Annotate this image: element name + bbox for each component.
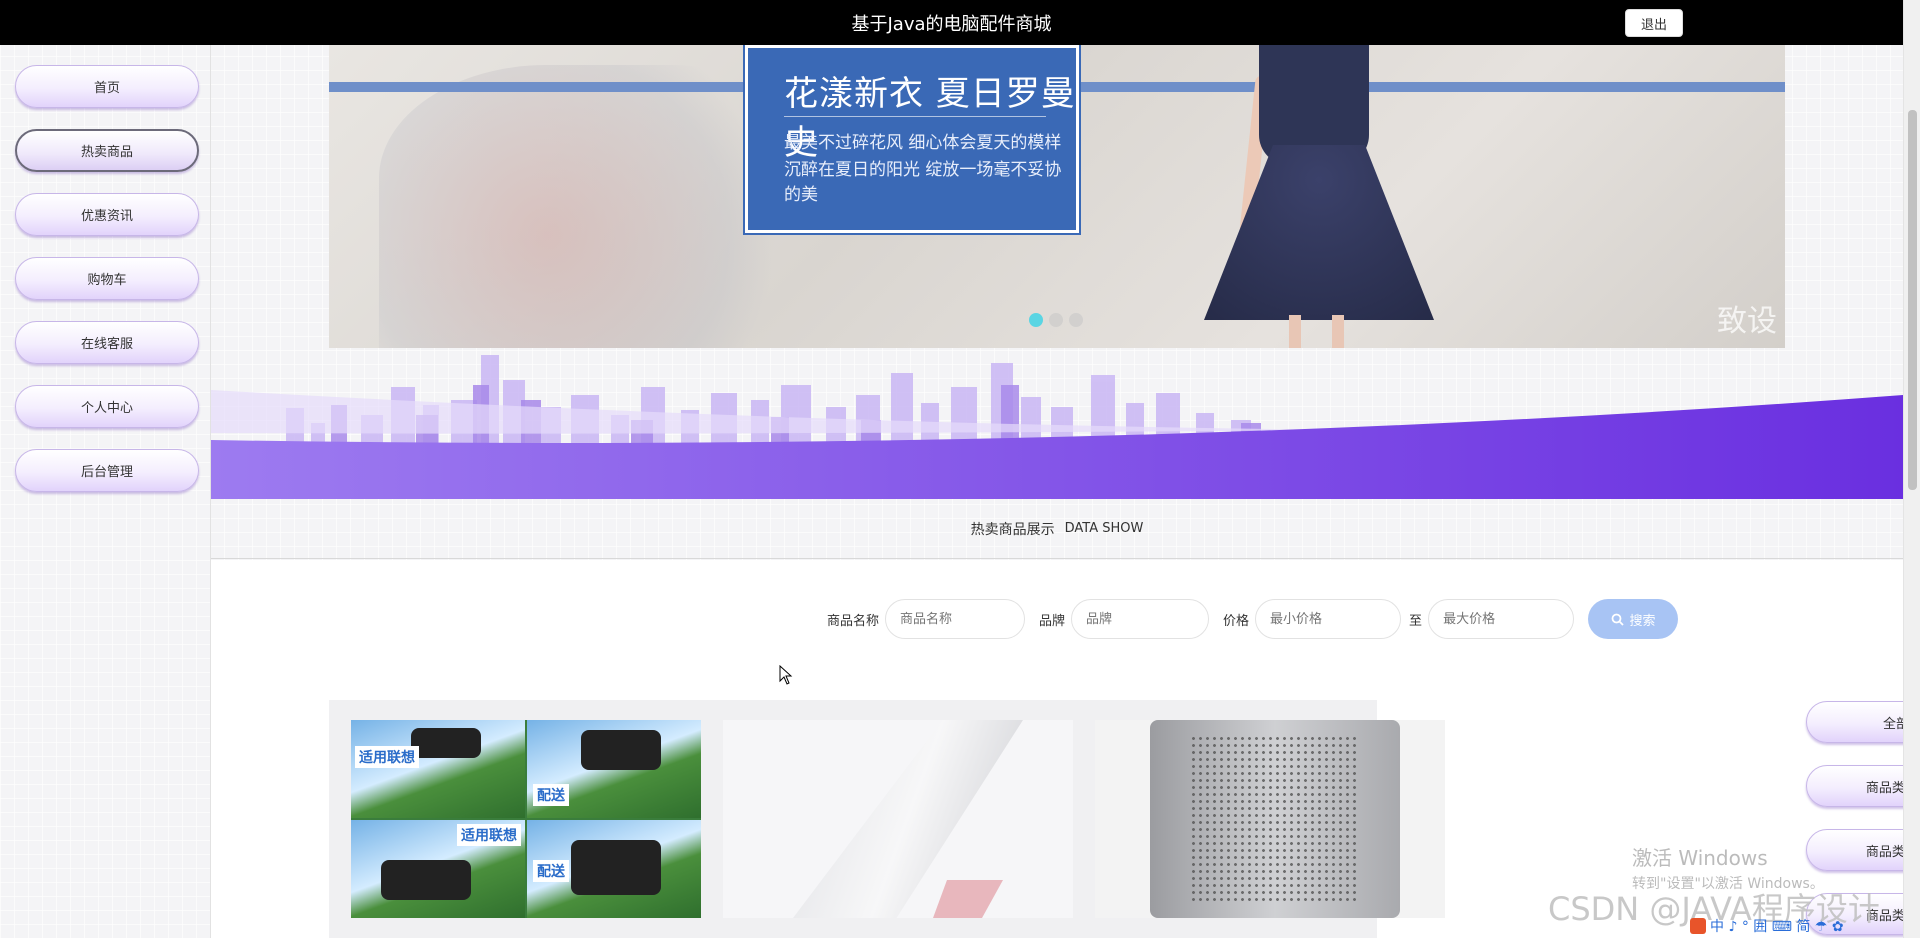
- product-name-input[interactable]: [885, 599, 1026, 639]
- carousel-dot-2[interactable]: [1049, 313, 1063, 327]
- logout-button[interactable]: 退出: [1625, 9, 1683, 37]
- banner-text-card: 花漾新衣 夏日罗曼史 最美不过碎花风 细心体会夏天的模样 沉醉在夏日的阳光 绽放…: [743, 45, 1081, 235]
- adapter-tag-2: 适用联想: [457, 824, 521, 846]
- search-icon: [1611, 613, 1624, 626]
- adapter-tag-3: 配送: [533, 784, 569, 806]
- banner-fabric-image: [379, 65, 799, 348]
- scrollbar-thumb[interactable]: [1908, 110, 1917, 490]
- section-title-en: DATA SHOW: [1064, 521, 1144, 536]
- windows-activation-line-1: 激活 Windows: [1632, 846, 1768, 870]
- nav-home[interactable]: 首页: [15, 65, 199, 108]
- nav-online-service[interactable]: 在线客服: [15, 321, 199, 364]
- page-scrollbar[interactable]: [1903, 0, 1920, 938]
- section-title-cn: 热卖商品展示: [970, 521, 1055, 538]
- carousel-dot-1[interactable]: [1029, 313, 1043, 327]
- carousel-dot-3[interactable]: [1069, 313, 1083, 327]
- system-tray: 中 ♪ ° 囲 ⌨ 简 ☂ ✿: [1690, 914, 1844, 938]
- banner-divider: [784, 116, 1046, 117]
- nav-profile[interactable]: 个人中心: [15, 385, 199, 428]
- nav-admin[interactable]: 后台管理: [15, 449, 199, 492]
- banner-line-1: 最美不过碎花风 细心体会夏天的模样: [784, 133, 1062, 153]
- sidebar: 首页 热卖商品 优惠资讯 购物车 在线客服 个人中心 后台管理: [0, 45, 211, 938]
- search-button[interactable]: 搜索: [1588, 599, 1679, 639]
- product-card-pc-case[interactable]: [1095, 720, 1445, 918]
- top-bar: 基于Java的电脑配件商城 退出: [0, 0, 1903, 45]
- city-skyline-decoration: [211, 345, 1903, 499]
- banner-line-2: 沉醉在夏日的阳光 绽放一场毫不妥协的美: [784, 160, 1062, 205]
- min-price-input[interactable]: [1255, 599, 1402, 639]
- price-label: 价格: [1223, 613, 1250, 629]
- banner-carousel[interactable]: 花漾新衣 夏日罗曼史 最美不过碎花风 细心体会夏天的模样 沉醉在夏日的阳光 绽放…: [329, 45, 1785, 348]
- adapter-tag-4: 配送: [533, 860, 569, 882]
- search-bar: 商品名称 品牌 价格 至 搜索: [827, 599, 1679, 639]
- search-button-label: 搜索: [1629, 613, 1656, 629]
- price-to-label: 至: [1409, 613, 1423, 629]
- tray-icons-text: 中 ♪ ° 囲 ⌨ 简 ☂ ✿: [1710, 919, 1844, 935]
- ime-logo-icon: [1690, 918, 1706, 934]
- banner-watermark: 致设: [1717, 304, 1777, 339]
- product-card-adapter[interactable]: 适用联想 适用联想 配送 配送: [351, 720, 701, 918]
- product-card-laptop-stand[interactable]: [723, 720, 1073, 918]
- nav-promo-news[interactable]: 优惠资讯: [15, 193, 199, 236]
- product-name-label: 商品名称: [827, 613, 880, 629]
- carousel-indicators: [1029, 313, 1083, 327]
- brand-input[interactable]: [1071, 599, 1210, 639]
- max-price-input[interactable]: [1428, 599, 1575, 639]
- section-title: 热卖商品展示 DATA SHOW: [211, 499, 1903, 559]
- nav-cart[interactable]: 购物车: [15, 257, 199, 300]
- banner-model-image: [1204, 45, 1434, 348]
- adapter-tag-1: 适用联想: [355, 746, 419, 768]
- product-grid: 适用联想 适用联想 配送 配送: [329, 700, 1445, 938]
- site-title: 基于Java的电脑配件商城: [851, 13, 1052, 35]
- mouse-cursor-icon: [779, 665, 793, 685]
- nav-hot-products[interactable]: 热卖商品: [15, 129, 199, 172]
- brand-label: 品牌: [1039, 613, 1066, 629]
